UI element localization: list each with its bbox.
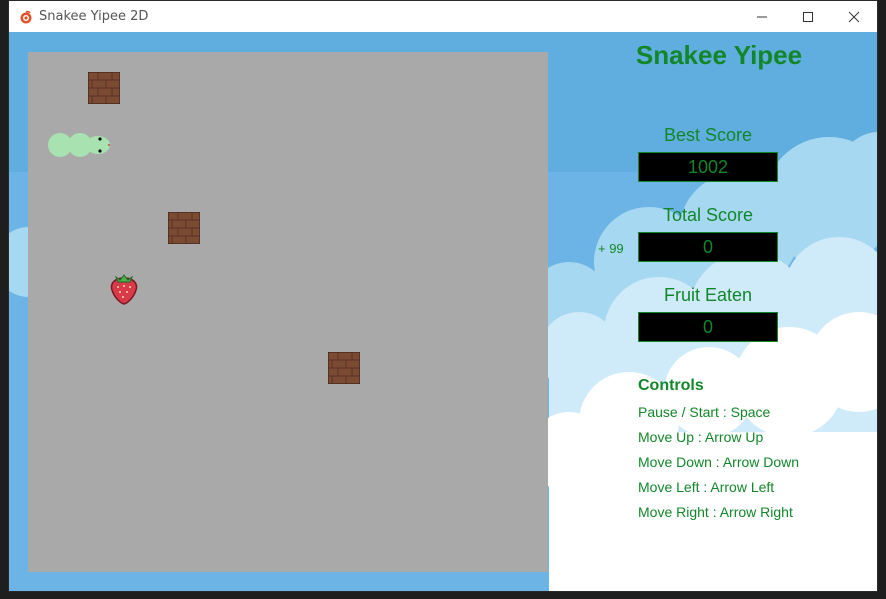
control-move-down: Move Down : Arrow Down [638,454,800,470]
fruit-eaten-value: 0 [638,312,778,342]
best-score-label: Best Score [663,125,753,145]
strawberry-icon [110,274,138,305]
brick-wall-icon [88,72,120,104]
minimize-icon [757,16,767,17]
total-score-value: 0 [638,232,778,262]
controls-heading: Controls [638,377,704,394]
game-board[interactable] [28,52,548,572]
best-score-value: 1002 [638,152,778,182]
fruit-eaten-label: Fruit Eaten [663,285,753,305]
minimize-button[interactable] [739,1,785,32]
close-button[interactable] [831,1,877,32]
maximize-icon [803,11,813,22]
bonus-indicator: + 99 [598,241,624,256]
close-icon [848,11,860,22]
window-title: Snakee Yipee 2D [39,9,149,24]
maximize-button[interactable] [785,1,831,32]
game-title: Snakee Yipee [635,40,803,70]
control-pause: Pause / Start : Space [638,404,771,420]
snake-player [48,133,110,157]
control-move-up: Move Up : Arrow Up [638,429,764,445]
control-move-left: Move Left : Arrow Left [638,479,775,495]
app-window: Snakee Yipee 2D Snakee Yipee Best Score … [8,0,878,592]
game-client-area: Snakee Yipee Best Score 1002 Total Score… [9,32,877,591]
brick-wall-icon [328,352,360,384]
title-bar[interactable]: Snakee Yipee 2D [9,1,877,32]
total-score-label: Total Score [662,205,754,225]
brick-wall-icon [168,212,200,244]
snake-app-icon [20,10,32,23]
control-move-right: Move Right : Arrow Right [638,504,793,520]
